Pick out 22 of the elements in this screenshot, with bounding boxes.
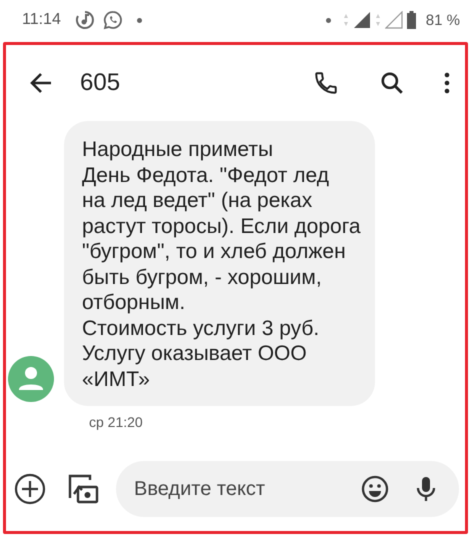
plus-icon (14, 473, 46, 505)
status-time: 11:14 (22, 11, 61, 29)
phone-icon (313, 70, 339, 96)
emoji-icon[interactable] (361, 475, 389, 503)
message-input-field[interactable]: Введите текст (134, 478, 335, 500)
message-time: ср 21:20 (89, 414, 143, 430)
message-text: Народные приметы День Федота. "Федот лед на лед ведет" (на реках растут торосы). Если дорога "бугром", то и хлеб должен быть бугром, - хорошим, отборным. Стоимость услуги 3 руб. Услугу оказывает ООО «ИМТ» (82, 137, 361, 392)
notification-dot-icon (326, 18, 331, 22)
microphone-icon[interactable] (415, 475, 437, 503)
whatsapp-icon (102, 10, 123, 30)
search-icon (379, 70, 405, 96)
notification-dot-icon (136, 18, 142, 22)
battery-percent: 81 % (426, 12, 460, 28)
battery-icon (406, 11, 416, 29)
data-arrows-icon (342, 13, 349, 27)
gallery-camera-icon (66, 472, 100, 506)
conversation-title: 605 (80, 69, 120, 97)
music-app-icon (74, 10, 95, 30)
data-arrows-icon (374, 13, 381, 27)
signal-empty-icon (384, 11, 403, 29)
menu-icon (443, 71, 451, 95)
signal-icon (352, 11, 371, 29)
